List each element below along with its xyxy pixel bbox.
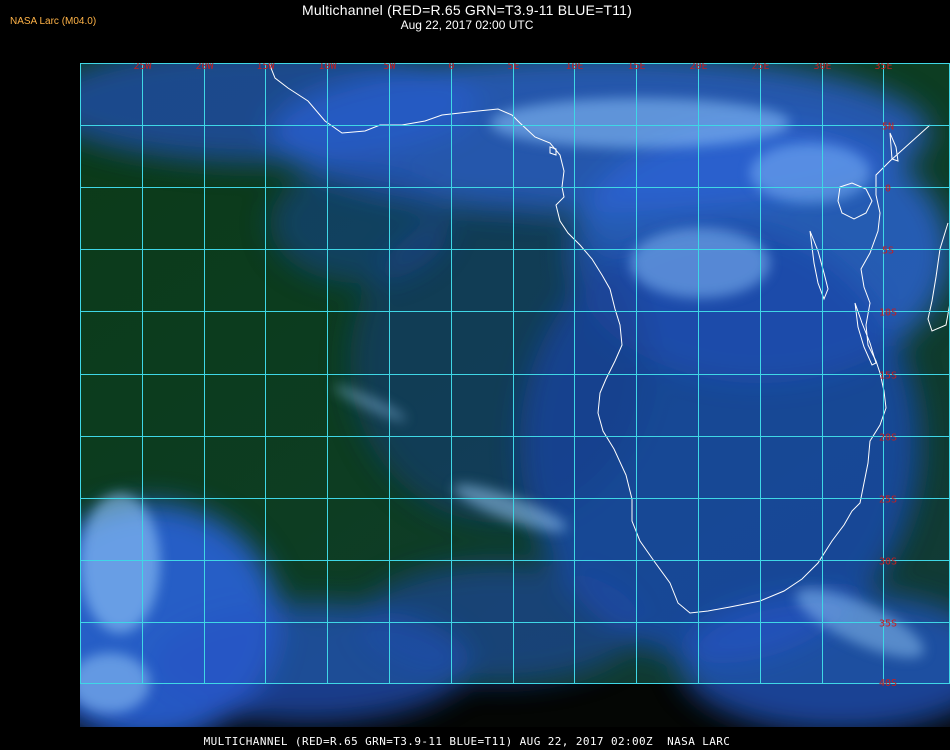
latitude-label: 30S [879,557,897,568]
latitude-label: 35S [879,619,897,630]
image-timestamp: Aug 22, 2017 02:00 UTC [400,18,534,32]
longitude-label: 20E [689,63,707,72]
latitude-label: 0 [885,184,891,195]
latitude-label: 15S [879,371,897,382]
longitude-label: 10E [565,63,583,72]
satellite-map-svg: 25W 20W 15W 10W 5W 0 5E 10E 15E 20E 25E 30E 35E 5N 0 5S… [80,63,950,727]
latitude-label: 10S [879,308,897,319]
latitude-label: 5N [882,122,894,133]
longitude-label: 25W [133,63,152,72]
longitude-label: 30E [813,63,831,72]
latitude-label: 25S [879,495,897,506]
longitude-label: 15E [627,63,645,72]
longitude-label: 10W [318,63,337,72]
footer-caption: MULTICHANNEL (RED=R.65 GRN=T3.9-11 BLUE=… [203,735,731,748]
image-title: Multichannel (RED=R.65 GRN=T3.9-11 BLUE=… [301,2,633,18]
longitude-label: 20W [195,63,214,72]
latitude-label: 40S [879,678,897,689]
satellite-map[interactable]: 25W 20W 15W 10W 5W 0 5E 10E 15E 20E 25E 30E 35E 5N 0 5S… [80,63,950,727]
longitude-label: 25E [751,63,769,72]
latitude-label: 5S [882,246,894,257]
longitude-label: 35E [874,63,892,72]
longitude-label: 0 [448,63,454,72]
longitude-label: 5W [383,63,396,72]
longitude-label: 5E [507,63,519,72]
longitude-label: 15W [256,63,275,72]
latitude-label: 20S [879,433,897,444]
header: Multichannel (RED=R.65 GRN=T3.9-11 BLUE=… [0,2,934,32]
